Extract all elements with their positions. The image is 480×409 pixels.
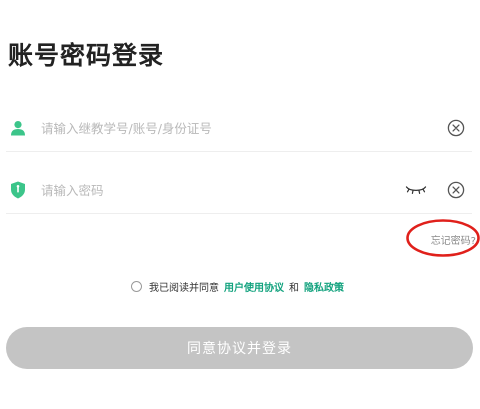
page-title: 账号密码登录: [8, 41, 165, 70]
agreement-row: 我已阅读并同意 用户使用协议 和 隐私政策: [0, 279, 480, 294]
login-button[interactable]: 同意协议并登录: [6, 327, 473, 369]
clear-account-icon[interactable]: [446, 118, 466, 138]
password-input[interactable]: [39, 181, 404, 199]
password-field-row: [6, 167, 472, 214]
privacy-policy-link[interactable]: 隐私政策: [304, 279, 344, 294]
user-icon: [7, 117, 29, 139]
eye-closed-icon[interactable]: [404, 180, 428, 200]
account-field-row: [6, 105, 472, 152]
forgot-password-link[interactable]: 忘记密码?: [431, 232, 476, 247]
user-agreement-link[interactable]: 用户使用协议: [224, 279, 284, 294]
agreement-checkbox[interactable]: [131, 281, 142, 292]
account-input[interactable]: [39, 119, 446, 137]
agreement-connector: 和: [289, 283, 299, 294]
login-page: 账号密码登录 请输入继教学号/账号/身份证号 忘记密码? 我已阅读并同意 用户使…: [0, 0, 480, 409]
agreement-prefix: 我已阅读并同意: [149, 283, 219, 294]
clear-password-icon[interactable]: [446, 180, 466, 200]
shield-icon: [7, 179, 29, 201]
